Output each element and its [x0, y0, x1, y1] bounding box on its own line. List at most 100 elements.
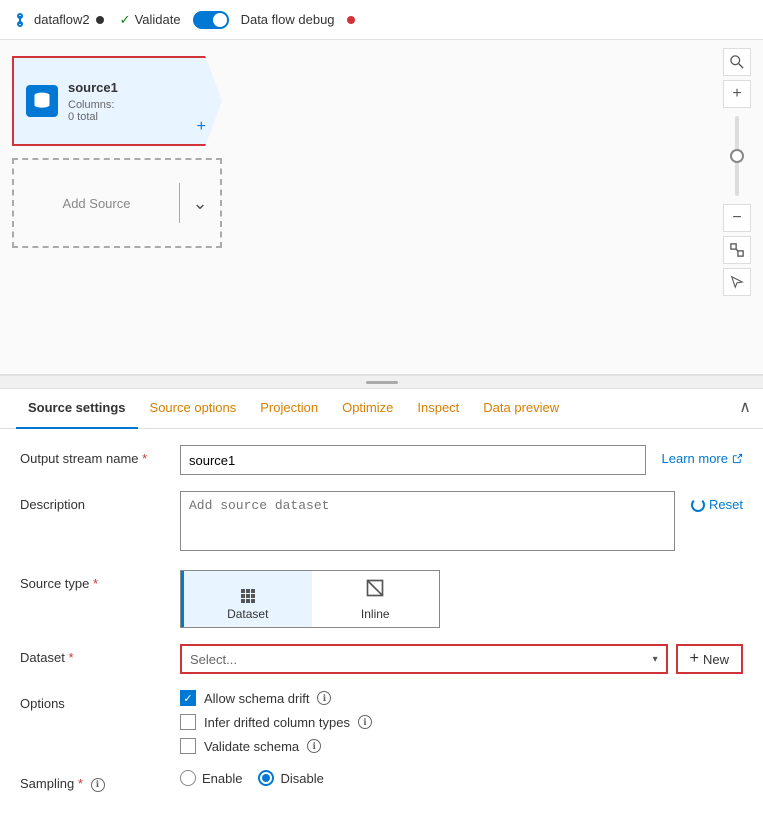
reset-button[interactable]: Reset	[691, 491, 743, 512]
tab-data-preview[interactable]: Data preview	[471, 389, 571, 429]
description-control	[180, 491, 675, 554]
tab-inspect[interactable]: Inspect	[405, 389, 471, 429]
add-source-box[interactable]: Add Source ⌄	[12, 158, 222, 248]
description-row: Description Reset	[20, 491, 743, 554]
collapse-indicator	[366, 381, 398, 384]
enable-radio-label: Enable	[202, 771, 242, 786]
dataflow-icon	[12, 12, 28, 28]
select-mode-button[interactable]	[723, 268, 751, 296]
tab-source-settings[interactable]: Source settings	[16, 389, 138, 429]
new-dataset-button[interactable]: + New	[676, 644, 743, 674]
form-content: Output stream name * Learn more Descript…	[0, 429, 763, 819]
zoom-out-button[interactable]: −	[723, 204, 751, 232]
required-marker: *	[93, 576, 98, 591]
zoom-controls: + −	[723, 48, 751, 296]
source-type-group: Dataset Inline	[180, 570, 440, 628]
node-title: source1	[68, 80, 118, 95]
source-type-label: Source type *	[20, 570, 180, 591]
chevron-down-icon: ⌄	[192, 193, 207, 214]
output-stream-control	[180, 445, 646, 475]
add-source-label-area: Add Source	[14, 196, 179, 211]
inline-svg-icon	[365, 578, 385, 598]
options-row: Options Allow schema drift ℹ Infer drift…	[20, 690, 743, 754]
grid-icon	[241, 589, 255, 603]
source-type-control: Dataset Inline	[180, 570, 743, 628]
validate-schema-checkbox[interactable]	[180, 738, 196, 754]
source-node-icon	[26, 85, 58, 117]
select-chevron-icon: ▾	[653, 654, 658, 665]
checkmark-icon: ✓	[120, 12, 131, 28]
options-control: Allow schema drift ℹ Infer drifted colum…	[180, 690, 743, 754]
add-source-text: Add Source	[63, 196, 131, 211]
output-stream-input[interactable]	[180, 445, 646, 475]
inline-btn-label: Inline	[361, 607, 390, 621]
description-input[interactable]	[180, 491, 675, 551]
infer-drifted-row: Infer drifted column types ℹ	[180, 714, 743, 730]
tabs-bar: Source settings Source options Projectio…	[0, 389, 763, 429]
external-link-icon	[732, 453, 743, 464]
add-source-dropdown[interactable]: ⌄	[180, 193, 220, 214]
dataset-input-row: Select... ▾ + New	[180, 644, 743, 674]
plus-icon: +	[690, 650, 699, 668]
required-marker: *	[68, 650, 73, 665]
allow-schema-drift-label: Allow schema drift	[204, 691, 309, 706]
enable-radio[interactable]	[180, 770, 196, 786]
options-group: Allow schema drift ℹ Infer drifted colum…	[180, 690, 743, 754]
dataset-label: Dataset *	[20, 644, 180, 665]
zoom-in-button[interactable]: +	[723, 80, 751, 108]
disable-radio-row: Disable	[258, 770, 323, 786]
sampling-row: Sampling * ℹ Enable Disable	[20, 770, 743, 792]
toolbar-actions: ✓ Validate Data flow debug	[120, 11, 355, 29]
tab-optimize[interactable]: Optimize	[330, 389, 405, 429]
disable-radio-label: Disable	[280, 771, 323, 786]
debug-toggle[interactable]	[193, 11, 229, 29]
node-info: source1 Columns: 0 total	[68, 80, 118, 123]
new-btn-label: New	[703, 652, 729, 667]
toggle-knob	[213, 13, 227, 27]
tab-source-options[interactable]: Source options	[138, 389, 249, 429]
top-bar: dataflow2 ✓ Validate Data flow debug	[0, 0, 763, 40]
dataset-select[interactable]: Select... ▾	[180, 644, 668, 674]
validate-button[interactable]: ✓ Validate	[120, 12, 181, 28]
enable-radio-row: Enable	[180, 770, 242, 786]
infer-drifted-info[interactable]: ℹ	[358, 715, 372, 729]
inline-type-button[interactable]: Inline	[312, 571, 440, 627]
node-subtitle: Columns: 0 total	[68, 99, 118, 123]
allow-schema-drift-info[interactable]: ℹ	[317, 691, 331, 705]
sampling-control: Enable Disable	[180, 770, 743, 786]
panel-collapse-button[interactable]: ∧	[739, 397, 751, 417]
node-add-button[interactable]: +	[197, 118, 206, 136]
panel-collapse-bar[interactable]	[0, 375, 763, 389]
inline-icon	[365, 578, 385, 603]
source-node[interactable]: source1 Columns: 0 total +	[12, 56, 222, 146]
zoom-thumb[interactable]	[730, 149, 744, 163]
dataset-type-button[interactable]: Dataset	[181, 571, 312, 627]
infer-drifted-label: Infer drifted column types	[204, 715, 350, 730]
zoom-slider[interactable]	[735, 116, 739, 196]
fit-to-screen-button[interactable]	[723, 236, 751, 264]
validate-schema-row: Validate schema ℹ	[180, 738, 743, 754]
output-stream-row: Output stream name * Learn more	[20, 445, 743, 475]
canvas-area: source1 Columns: 0 total + Add Source ⌄ …	[0, 40, 763, 375]
options-label: Options	[20, 690, 180, 711]
disable-radio[interactable]	[258, 770, 274, 786]
infer-drifted-checkbox[interactable]	[180, 714, 196, 730]
unsaved-indicator	[96, 16, 104, 24]
search-canvas-button[interactable]	[723, 48, 751, 76]
output-stream-label: Output stream name *	[20, 445, 180, 466]
validate-schema-info[interactable]: ℹ	[307, 739, 321, 753]
reset-icon	[691, 498, 705, 512]
radio-group: Enable Disable	[180, 770, 743, 786]
required-marker: *	[78, 776, 83, 791]
debug-active-dot	[347, 16, 355, 24]
dataset-row: Dataset * Select... ▾ + New	[20, 644, 743, 674]
database-icon	[32, 91, 52, 111]
fit-icon	[730, 243, 744, 257]
source-type-row: Source type * Dataset	[20, 570, 743, 628]
bottom-panel: Source settings Source options Projectio…	[0, 389, 763, 819]
allow-schema-drift-checkbox[interactable]	[180, 690, 196, 706]
sampling-info[interactable]: ℹ	[91, 778, 105, 792]
learn-more-link[interactable]: Learn more	[662, 445, 743, 466]
tab-projection[interactable]: Projection	[248, 389, 330, 429]
app-title: dataflow2	[34, 12, 90, 27]
